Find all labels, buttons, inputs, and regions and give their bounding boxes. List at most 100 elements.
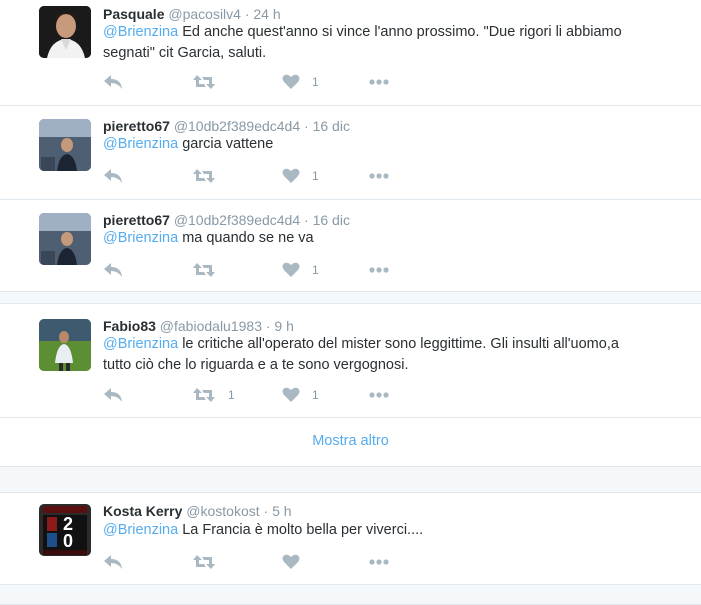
avatar-image [39, 6, 91, 58]
mention-link[interactable]: @Brienzina [103, 336, 178, 352]
tweet-text: @Brienzina Ed anche quest'anno si vince … [103, 22, 693, 64]
divider [0, 417, 701, 418]
reply-icon [104, 169, 122, 183]
tweet-text-line: Ed anche quest'anno si vince l'anno pros… [178, 24, 622, 40]
mention-link[interactable]: @Brienzina [103, 24, 178, 40]
reply-button[interactable] [103, 552, 123, 572]
user-handle[interactable]: @10db2f389edc4d4 [174, 212, 300, 228]
tweet-text: @Brienzina garcia vattene [103, 134, 693, 155]
tweet-text-line: garcia vattene [178, 136, 274, 152]
tweet-text: @Brienzina La Francia è molto bella per … [103, 520, 693, 541]
reply-icon [104, 75, 122, 89]
user-name[interactable]: pieretto67 [103, 212, 170, 228]
tweet-actions: 1 [103, 260, 423, 280]
conversation-gap [0, 584, 701, 605]
user-handle[interactable]: @kostokost [186, 503, 259, 519]
like-count: 1 [312, 263, 319, 277]
retweet-button[interactable] [192, 260, 228, 280]
avatar-image [39, 213, 91, 265]
like-icon [282, 387, 300, 402]
retweet-icon [193, 555, 215, 569]
mention-link[interactable]: @Brienzina [103, 136, 178, 152]
avatar-image [39, 319, 91, 371]
more-icon [369, 173, 389, 179]
tweet-text-line: tutto ciò che lo riguarda e a te sono ve… [103, 357, 409, 373]
like-button[interactable]: 1 [282, 385, 319, 405]
show-more-link[interactable]: Mostra altro [0, 433, 701, 449]
user-handle[interactable]: @10db2f389edc4d4 [174, 118, 300, 134]
more-button[interactable] [369, 166, 389, 186]
reply-icon [104, 555, 122, 569]
tweet-actions: 1 [103, 166, 423, 186]
tweet-actions [103, 552, 423, 572]
tweet-3[interactable]: pieretto67 @10db2f389edc4d4 · 16 dic @Br… [0, 200, 701, 291]
like-count: 1 [312, 75, 319, 89]
tweet-header: Kosta Kerry @kostokost · 5 h [103, 502, 292, 520]
reply-icon [104, 388, 122, 402]
avatar[interactable] [39, 6, 91, 58]
mention-link[interactable]: @Brienzina [103, 522, 178, 538]
tweet-text-line: La Francia è molto bella per viverci.... [178, 522, 424, 538]
user-name[interactable]: Kosta Kerry [103, 503, 182, 519]
like-button[interactable]: 1 [282, 72, 319, 92]
tweet-text-line: ma quando se ne va [178, 230, 314, 246]
more-icon [369, 392, 389, 398]
user-handle[interactable]: @fabiodalu1983 [160, 318, 262, 334]
tweet-4[interactable]: Fabio83 @fabiodalu1983 · 9 h @Brienzina … [0, 304, 701, 417]
reply-button[interactable] [103, 166, 123, 186]
like-count: 1 [312, 388, 319, 402]
retweet-button[interactable] [192, 72, 228, 92]
more-button[interactable] [369, 72, 389, 92]
user-name[interactable]: pieretto67 [103, 118, 170, 134]
like-icon [282, 74, 300, 89]
reply-button[interactable] [103, 385, 123, 405]
tweet-time[interactable]: · 9 h [266, 318, 294, 334]
mention-link[interactable]: @Brienzina [103, 230, 178, 246]
more-icon [369, 79, 389, 85]
tweet-time[interactable]: · 5 h [264, 503, 292, 519]
reply-button[interactable] [103, 260, 123, 280]
more-button[interactable] [369, 260, 389, 280]
like-button[interactable]: 1 [282, 166, 319, 186]
tweet-header: Pasquale @pacosilv4 · 24 h [103, 5, 281, 23]
tweet-text-line: segnati" cit Garcia, saluti. [103, 45, 267, 61]
retweet-button[interactable] [192, 166, 228, 186]
like-button[interactable] [282, 552, 312, 572]
retweet-button[interactable] [192, 552, 228, 572]
avatar[interactable] [39, 119, 91, 171]
tweet-text: @Brienzina ma quando se ne va [103, 228, 693, 249]
conversation-gap [0, 291, 701, 304]
conversation-gap [0, 466, 701, 493]
reply-button[interactable] [103, 72, 123, 92]
tweet-time[interactable]: · 16 dic [304, 118, 350, 134]
tweet-2[interactable]: pieretto67 @10db2f389edc4d4 · 16 dic @Br… [0, 106, 701, 199]
retweet-icon [193, 263, 215, 277]
avatar[interactable] [39, 213, 91, 265]
reply-icon [104, 263, 122, 277]
tweet-5[interactable]: 2 0 Kosta Kerry @kostokost · 5 h @Brienz… [0, 493, 701, 584]
avatar[interactable]: 2 0 [39, 504, 91, 556]
like-icon [282, 168, 300, 183]
tweet-1[interactable]: Pasquale @pacosilv4 · 24 h @Brienzina Ed… [0, 0, 701, 105]
scoreboard-away-score: 0 [63, 531, 74, 551]
retweet-icon [193, 169, 215, 183]
retweet-icon [193, 75, 215, 89]
tweet-time[interactable]: · 16 dic [304, 212, 350, 228]
retweet-count: 1 [228, 388, 235, 402]
avatar-image [39, 119, 91, 171]
tweet-header: pieretto67 @10db2f389edc4d4 · 16 dic [103, 211, 350, 229]
tweet-actions: 1 [103, 72, 423, 92]
more-button[interactable] [369, 552, 389, 572]
like-icon [282, 554, 300, 569]
more-button[interactable] [369, 385, 389, 405]
retweet-icon [193, 388, 215, 402]
avatar[interactable] [39, 319, 91, 371]
tweet-time[interactable]: · 24 h [245, 6, 281, 22]
user-name[interactable]: Pasquale [103, 6, 164, 22]
tweet-text-line: le critiche all'operato del mister sono … [178, 336, 619, 352]
retweet-button[interactable]: 1 [192, 385, 235, 405]
user-handle[interactable]: @pacosilv4 [168, 6, 241, 22]
user-name[interactable]: Fabio83 [103, 318, 156, 334]
tweet-text: @Brienzina le critiche all'operato del m… [103, 334, 693, 376]
like-button[interactable]: 1 [282, 260, 319, 280]
